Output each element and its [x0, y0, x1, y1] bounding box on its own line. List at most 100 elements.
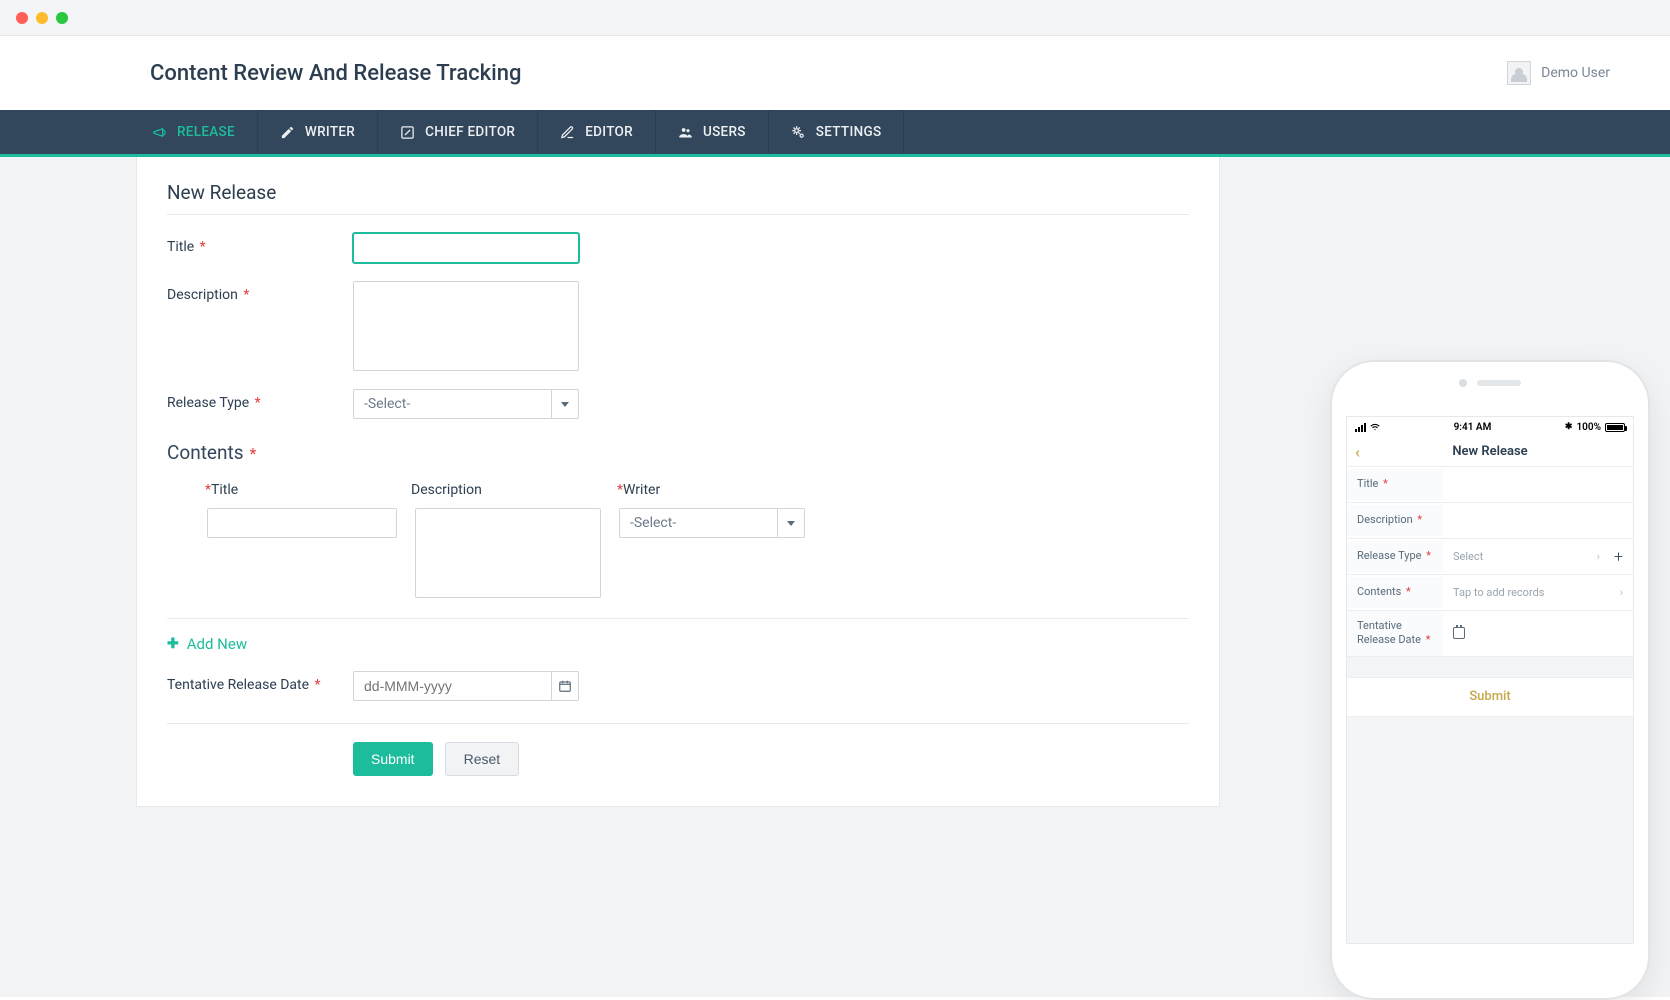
mobile-preview: 9:41 AM ✱ 100% ‹ New Release Title * Des…	[1330, 360, 1650, 1000]
nav-label: WRITER	[305, 124, 355, 140]
section-title: New Release	[167, 181, 1189, 204]
row-description: Description *	[167, 281, 1189, 371]
avatar	[1507, 61, 1531, 85]
release-type-select[interactable]: -Select-	[353, 389, 579, 419]
reset-button[interactable]: Reset	[445, 742, 520, 776]
content-writer-dropdown-button[interactable]	[777, 508, 805, 538]
m-label-tentative-date: Tentative Release Date *	[1347, 611, 1443, 656]
cell-writer: -Select-	[619, 508, 805, 602]
nav-chief-editor[interactable]: CHIEF EDITOR	[378, 110, 538, 154]
mobile-header: ‹ New Release	[1347, 437, 1633, 467]
row-release-type: Release Type * -Select-	[167, 389, 1189, 419]
required-mark: *	[196, 239, 206, 255]
bluetooth-icon: ✱	[1565, 422, 1573, 432]
label-tentative-date: Tentative Release Date *	[167, 671, 353, 693]
users-icon	[678, 125, 693, 140]
release-type-value: -Select-	[353, 389, 551, 419]
row-title: Title *	[167, 233, 1189, 263]
row-tentative-date: Tentative Release Date *	[167, 671, 1189, 701]
required-mark: *	[311, 677, 321, 693]
nav-settings[interactable]: SETTINGS	[769, 110, 905, 154]
required-mark: *	[251, 395, 261, 411]
calendar-icon	[1453, 627, 1465, 639]
label-description: Description *	[167, 281, 353, 303]
content-writer-select[interactable]: -Select-	[619, 508, 805, 538]
label-title: Title *	[167, 233, 353, 255]
mobile-submit-button[interactable]: Submit	[1347, 677, 1633, 717]
phone-camera-icon	[1459, 379, 1467, 387]
content-description-textarea[interactable]	[415, 508, 601, 598]
m-row-release-type[interactable]: Release Type * Select › +	[1347, 539, 1633, 575]
m-field-release-type[interactable]: Select › +	[1443, 547, 1633, 566]
mobile-header-title: New Release	[1452, 444, 1527, 459]
chevron-down-icon	[787, 521, 795, 526]
m-field-tentative-date[interactable]	[1443, 627, 1633, 639]
calendar-icon	[558, 679, 572, 693]
battery-pct: 100%	[1576, 422, 1601, 433]
nav-label: USERS	[703, 124, 746, 140]
description-textarea[interactable]	[353, 281, 579, 371]
release-form-card: New Release Title * Description * Releas…	[136, 157, 1220, 807]
required-mark: *	[246, 444, 257, 463]
cell-description	[415, 508, 601, 602]
window-minimize-icon[interactable]	[36, 12, 48, 24]
window-chrome	[0, 0, 1670, 36]
form-actions: Submit Reset	[167, 723, 1189, 776]
nav-label: EDITOR	[585, 124, 633, 140]
plus-icon: ✚	[167, 636, 179, 652]
m-field-contents[interactable]: Tap to add records ›	[1443, 586, 1633, 599]
mobile-screen: 9:41 AM ✱ 100% ‹ New Release Title * Des…	[1346, 416, 1634, 944]
signal-icon	[1355, 423, 1366, 432]
title-input[interactable]	[353, 233, 579, 263]
chevron-right-icon: ›	[1620, 586, 1623, 599]
compose-icon	[560, 125, 575, 140]
main-nav: RELEASE WRITER CHIEF EDITOR EDITOR USERS…	[0, 110, 1670, 157]
nav-editor[interactable]: EDITOR	[538, 110, 656, 154]
nav-release[interactable]: RELEASE	[130, 110, 258, 154]
calendar-button[interactable]	[551, 671, 579, 701]
window-close-icon[interactable]	[16, 12, 28, 24]
m-row-tentative-date[interactable]: Tentative Release Date *	[1347, 611, 1633, 657]
add-new-button[interactable]: ✚ Add New	[167, 635, 247, 653]
col-description: Description	[411, 482, 615, 498]
megaphone-icon	[152, 125, 167, 140]
status-time: 9:41 AM	[1454, 422, 1492, 433]
tentative-date-picker[interactable]	[353, 671, 579, 701]
col-title: *Title	[203, 482, 411, 498]
contents-header: *Title Description *Writer	[167, 478, 1189, 508]
mobile-gap	[1347, 657, 1633, 677]
mobile-form: Title * Description * Release Type * Sel…	[1347, 467, 1633, 657]
nav-users[interactable]: USERS	[656, 110, 769, 154]
contents-row: -Select-	[167, 508, 1189, 619]
chevron-right-icon: ›	[1597, 550, 1600, 563]
m-row-contents[interactable]: Contents * Tap to add records ›	[1347, 575, 1633, 611]
window-zoom-icon[interactable]	[56, 12, 68, 24]
m-row-description[interactable]: Description *	[1347, 503, 1633, 539]
plus-icon[interactable]: +	[1614, 547, 1623, 566]
contents-table: *Title Description *Writer -Select-	[167, 478, 1189, 619]
submit-button[interactable]: Submit	[353, 742, 433, 776]
content-writer-value: -Select-	[619, 508, 777, 538]
m-row-title[interactable]: Title *	[1347, 467, 1633, 503]
mobile-status-bar: 9:41 AM ✱ 100%	[1347, 417, 1633, 437]
tentative-date-input[interactable]	[353, 671, 551, 701]
add-new-label: Add New	[187, 635, 247, 653]
release-type-dropdown-button[interactable]	[551, 389, 579, 419]
cell-title	[207, 508, 397, 602]
m-label-title: Title *	[1347, 469, 1443, 499]
content-title-input[interactable]	[207, 508, 397, 538]
battery-icon	[1605, 423, 1625, 432]
col-writer: *Writer	[615, 482, 815, 498]
divider	[167, 214, 1189, 215]
status-left	[1355, 422, 1380, 432]
back-button[interactable]: ‹	[1355, 442, 1360, 461]
phone-speaker-icon	[1477, 380, 1521, 386]
pencil-icon	[280, 125, 295, 140]
user-name: Demo User	[1541, 65, 1610, 81]
user-menu[interactable]: Demo User	[1507, 61, 1610, 85]
edit-square-icon	[400, 125, 415, 140]
label-release-type: Release Type *	[167, 389, 353, 411]
nav-writer[interactable]: WRITER	[258, 110, 378, 154]
phone-hardware-top	[1332, 362, 1648, 404]
required-mark: *	[240, 287, 250, 303]
